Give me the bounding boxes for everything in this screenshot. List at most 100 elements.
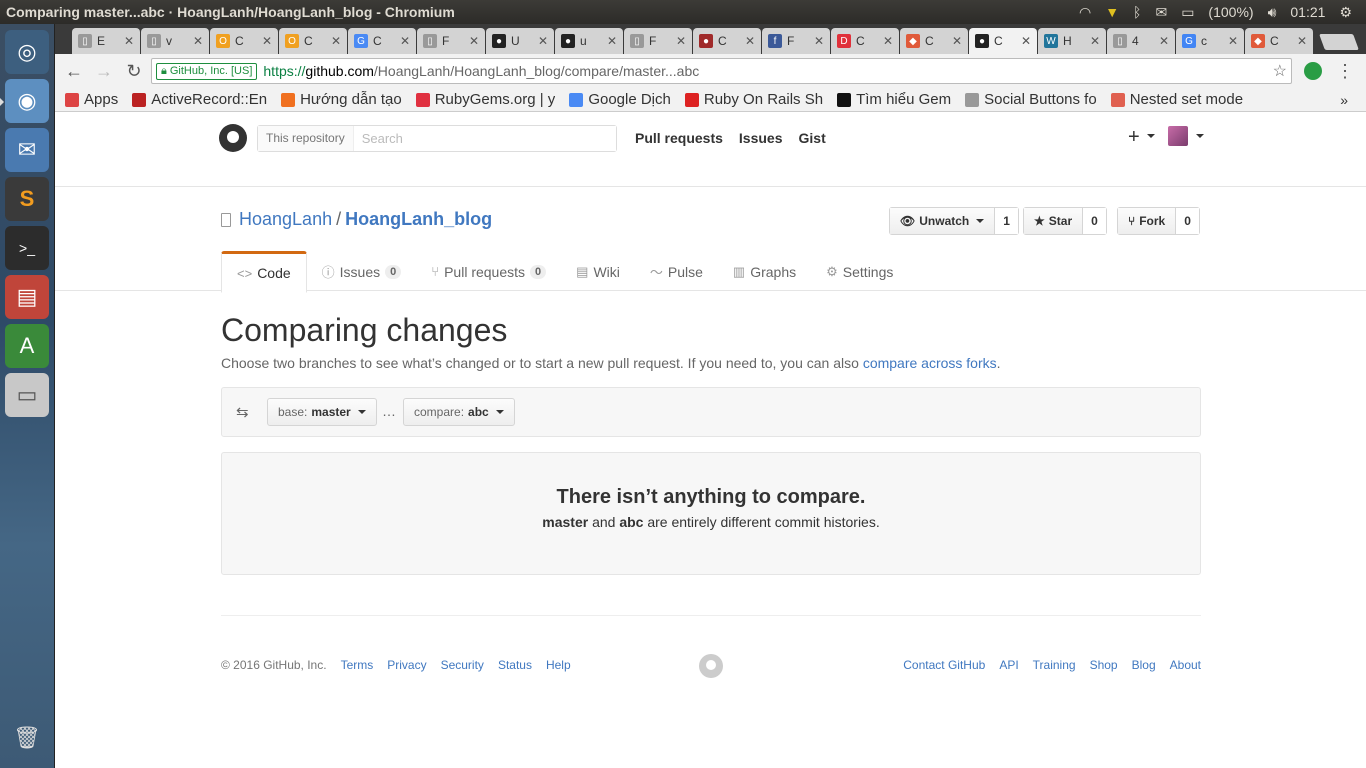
ev-certificate-badge[interactable]: 🔒︎ GitHub, Inc. [US]	[156, 62, 258, 80]
watch-count[interactable]: 1	[995, 208, 1018, 234]
browser-tab[interactable]: W H ✕	[1038, 28, 1106, 54]
browser-tab[interactable]: O C ✕	[279, 28, 347, 54]
chromium-launcher-icon[interactable]: ◉	[0, 79, 49, 123]
base-branch-select[interactable]: base: master	[267, 398, 377, 426]
footer-link-shop[interactable]: Shop	[1090, 658, 1118, 672]
terminal-launcher-icon[interactable]: >_	[5, 226, 49, 270]
tab-close-icon[interactable]: ✕	[400, 34, 410, 48]
footer-link-about[interactable]: About	[1170, 658, 1201, 672]
tab-close-icon[interactable]: ✕	[676, 34, 686, 48]
clock[interactable]: 01:21	[1290, 4, 1325, 20]
repo-owner-link[interactable]: HoangLanh	[239, 209, 332, 230]
footer-octocat-icon[interactable]	[699, 654, 723, 678]
chrome-menu-icon[interactable]: ⋮	[1336, 61, 1354, 82]
tab-close-icon[interactable]: ✕	[883, 34, 893, 48]
bookmark-star-icon[interactable]: ☆	[1273, 61, 1287, 81]
create-new-plus-icon[interactable]: +	[1128, 126, 1140, 149]
repo-tab-code[interactable]: <> Code	[221, 251, 307, 293]
browser-tab[interactable]: Gc ✕	[1176, 28, 1244, 54]
bookmark-item[interactable]: Ruby On Rails Sh	[684, 91, 823, 108]
fork-count[interactable]: 0	[1176, 208, 1199, 234]
footer-link-contact-github[interactable]: Contact GitHub	[903, 658, 985, 672]
battery-icon[interactable]: ▭	[1181, 4, 1194, 21]
extension-icon[interactable]	[1304, 62, 1322, 80]
tab-close-icon[interactable]: ✕	[952, 34, 962, 48]
bookmark-item[interactable]: RubyGems.org | y	[415, 91, 555, 108]
browser-tab[interactable]: ● U ✕	[486, 28, 554, 54]
tab-close-icon[interactable]: ✕	[124, 34, 134, 48]
repo-tab-settings[interactable]: ⚙ Settings	[811, 251, 908, 292]
bookmark-item[interactable]: Social Buttons fo	[965, 91, 1097, 108]
footer-link-status[interactable]: Status	[498, 658, 532, 672]
unwatch-button[interactable]: 👁︎ Unwatch	[890, 208, 996, 234]
bookmark-item[interactable]: Google Dịch	[569, 91, 671, 108]
browser-tab[interactable]: ▯ 4 ✕	[1107, 28, 1175, 54]
nav-gist[interactable]: Gist	[799, 130, 826, 146]
mail-icon[interactable]: ✉	[1155, 4, 1167, 21]
star-count[interactable]: 0	[1083, 208, 1106, 234]
back-button[interactable]: ←	[61, 58, 87, 84]
browser-tab[interactable]: ◆ C ✕	[900, 28, 968, 54]
browser-tab[interactable]: ◆ C ✕	[1245, 28, 1313, 54]
footer-link-training[interactable]: Training	[1033, 658, 1076, 672]
tab-close-icon[interactable]: ✕	[469, 34, 479, 48]
url-text[interactable]: https://github.com/HoangLanh/HoangLanh_b…	[263, 63, 699, 79]
browser-tab[interactable]: ▯ v ✕	[141, 28, 209, 54]
nav-pull-requests[interactable]: Pull requests	[635, 130, 723, 146]
sync-arrows-icon[interactable]: ⇆	[236, 403, 249, 421]
repo-tab-pull-requests[interactable]: ⑂ Pull requests 0	[416, 251, 561, 292]
browser-tab[interactable]: ▯ E ✕	[72, 28, 140, 54]
search-input[interactable]	[353, 126, 616, 151]
repo-tab-issues[interactable]: ⓘ Issues 0	[307, 251, 417, 292]
tab-close-icon[interactable]: ✕	[331, 34, 341, 48]
bookmark-item[interactable]: Tìm hiểu Gem	[837, 91, 951, 108]
sublime-launcher-icon[interactable]: S	[5, 177, 49, 221]
browser-tab[interactable]: ● u ✕	[555, 28, 623, 54]
browser-tab[interactable]: ▯ F ✕	[624, 28, 692, 54]
bluetooth-icon[interactable]: ᛒ	[1133, 4, 1141, 20]
tab-close-icon[interactable]: ✕	[1228, 34, 1238, 48]
create-new-caret-icon[interactable]	[1147, 134, 1155, 138]
footer-link-blog[interactable]: Blog	[1132, 658, 1156, 672]
github-octocat-logo-icon[interactable]	[219, 124, 247, 152]
compare-across-forks-link[interactable]: compare across forks	[863, 355, 997, 371]
repo-tab-graphs[interactable]: ▥ Graphs	[718, 251, 811, 292]
footer-link-help[interactable]: Help	[546, 658, 571, 672]
new-tab-button[interactable]	[1319, 34, 1359, 50]
bookmark-item[interactable]: Nested set mode	[1110, 91, 1243, 108]
disk-drive-icon[interactable]: ▭	[5, 373, 49, 417]
bookmark-item[interactable]: Hướng dẫn tạo	[281, 91, 402, 108]
dash-home-icon[interactable]: ◎	[5, 30, 49, 74]
browser-tab[interactable]: D C ✕	[831, 28, 899, 54]
tab-close-icon[interactable]: ✕	[1297, 34, 1307, 48]
star-button[interactable]: ★ Star	[1024, 208, 1084, 234]
fork-button[interactable]: ⑂ Fork	[1118, 208, 1177, 234]
browser-tab[interactable]: ● C ✕	[969, 28, 1037, 54]
browser-tab[interactable]: f F ✕	[762, 28, 830, 54]
tab-close-icon[interactable]: ✕	[538, 34, 548, 48]
address-bar[interactable]: 🔒︎ GitHub, Inc. [US] https://github.com/H…	[151, 58, 1292, 84]
nav-issues[interactable]: Issues	[739, 130, 783, 146]
thunderbird-launcher-icon[interactable]: ✉	[5, 128, 49, 172]
tab-close-icon[interactable]: ✕	[1159, 34, 1169, 48]
tab-close-icon[interactable]: ✕	[1021, 34, 1031, 48]
tab-close-icon[interactable]: ✕	[745, 34, 755, 48]
browser-tab[interactable]: ● C ✕	[693, 28, 761, 54]
files-launcher-icon[interactable]: ▤	[5, 275, 49, 319]
network-graph-icon[interactable]: ▼	[1105, 4, 1119, 20]
bookmark-item[interactable]: Apps	[65, 91, 118, 108]
tab-close-icon[interactable]: ✕	[193, 34, 203, 48]
browser-tab[interactable]: O C ✕	[210, 28, 278, 54]
wifi-icon[interactable]: ◠	[1079, 4, 1091, 21]
user-menu-caret-icon[interactable]	[1196, 134, 1204, 138]
browser-tab[interactable]: G C ✕	[348, 28, 416, 54]
reload-button[interactable]: ↻	[121, 58, 147, 84]
forward-button[interactable]: →	[91, 58, 117, 84]
bookmarks-overflow-chevron-icon[interactable]: »	[1340, 92, 1348, 108]
repo-name-link[interactable]: HoangLanh_blog	[345, 209, 492, 230]
footer-link-privacy[interactable]: Privacy	[387, 658, 426, 672]
tab-close-icon[interactable]: ✕	[1090, 34, 1100, 48]
browser-tab[interactable]: ▯ F ✕	[417, 28, 485, 54]
footer-link-api[interactable]: API	[999, 658, 1018, 672]
volume-icon[interactable]: 🔊︎	[1268, 4, 1277, 21]
